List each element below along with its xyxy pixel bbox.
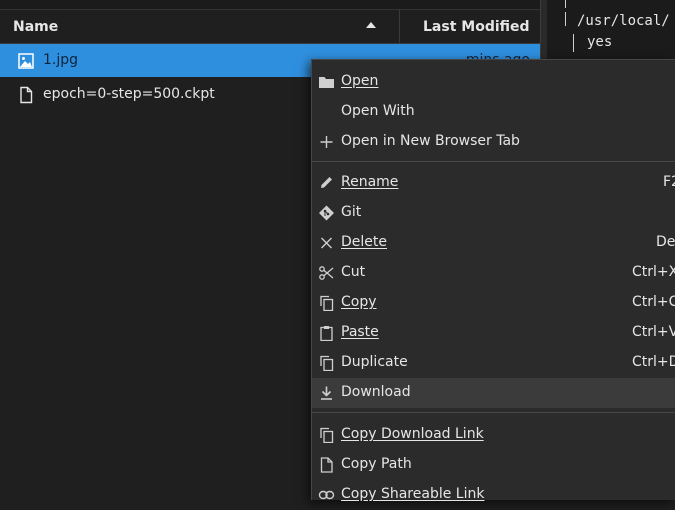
menu-item-copy-download-link[interactable]: Copy Download Link bbox=[312, 420, 675, 450]
folder-icon bbox=[319, 77, 334, 88]
menu-label: Download bbox=[341, 384, 411, 400]
git-icon bbox=[319, 205, 334, 221]
column-resize-handle[interactable] bbox=[399, 10, 400, 43]
menu-item-copy[interactable]: Copy Ctrl+C bbox=[312, 288, 675, 318]
menu-item-open-with[interactable]: Open With bbox=[312, 97, 675, 127]
menu-label: Cut bbox=[341, 264, 366, 280]
menu-item-copy-shareable-link[interactable]: Copy Shareable Link bbox=[312, 480, 675, 510]
menu-shortcut: Ctrl+V bbox=[632, 324, 675, 340]
menu-item-git[interactable]: Git bbox=[312, 198, 675, 228]
column-header-last-modified[interactable]: Last Modified bbox=[423, 19, 530, 35]
link-icon bbox=[318, 490, 335, 500]
menu-item-open-new-tab[interactable]: Open in New Browser Tab bbox=[312, 127, 675, 157]
menu-shortcut: F2 bbox=[663, 174, 675, 190]
menu-label: Git bbox=[341, 204, 362, 220]
sort-ascending-icon[interactable] bbox=[366, 22, 376, 28]
image-file-icon bbox=[18, 53, 34, 69]
copy-icon bbox=[320, 295, 334, 311]
menu-label: Open With bbox=[341, 103, 415, 119]
menu-item-open[interactable]: Open bbox=[312, 67, 675, 97]
menu-separator bbox=[312, 161, 675, 162]
copy-icon bbox=[320, 427, 334, 443]
menu-shortcut: Ctrl+C bbox=[632, 294, 675, 310]
context-menu: Open Open With Open in New Browser Tab R… bbox=[311, 59, 675, 502]
tree-line bbox=[573, 34, 574, 52]
menu-label: Rename bbox=[341, 174, 399, 190]
menu-shortcut: Ctrl+D bbox=[632, 354, 675, 370]
menu-label: Paste bbox=[341, 324, 379, 340]
file-browser-top-strip bbox=[0, 0, 540, 10]
menu-item-rename[interactable]: Rename F2 bbox=[312, 168, 675, 198]
menu-shortcut: Ctrl+X bbox=[632, 264, 675, 280]
file-icon bbox=[20, 86, 33, 104]
menu-item-paste[interactable]: Paste Ctrl+V bbox=[312, 318, 675, 348]
plus-icon bbox=[320, 136, 333, 148]
close-icon bbox=[321, 237, 332, 249]
menu-item-download[interactable]: Download bbox=[312, 378, 675, 408]
column-header-name[interactable]: Name bbox=[13, 19, 58, 35]
menu-separator bbox=[312, 412, 675, 413]
file-list-header: Name Last Modified bbox=[0, 10, 540, 44]
menu-item-cut[interactable]: Cut Ctrl+X bbox=[312, 258, 675, 288]
terminal-line: yes bbox=[587, 34, 613, 50]
menu-item-copy-path[interactable]: Copy Path bbox=[312, 450, 675, 480]
menu-label: Open bbox=[341, 73, 379, 89]
menu-item-duplicate[interactable]: Duplicate Ctrl+D bbox=[312, 348, 675, 378]
menu-label: Copy Shareable Link bbox=[341, 486, 485, 502]
menu-label: Copy Path bbox=[341, 456, 412, 472]
terminal-line: /usr/local/ bbox=[577, 13, 670, 29]
pencil-icon bbox=[321, 177, 332, 188]
tree-line bbox=[565, 12, 566, 26]
menu-label: Open in New Browser Tab bbox=[341, 133, 520, 149]
menu-label: Copy bbox=[341, 294, 377, 310]
clipboard-icon bbox=[320, 326, 333, 341]
download-icon bbox=[321, 386, 332, 400]
file-name: epoch=0-step=500.ckpt bbox=[43, 86, 215, 102]
menu-label: Duplicate bbox=[341, 354, 408, 370]
file-name: 1.jpg bbox=[43, 52, 79, 68]
menu-shortcut: Del bbox=[656, 234, 675, 250]
file-icon bbox=[320, 457, 333, 473]
scissors-icon bbox=[319, 266, 334, 280]
menu-item-delete[interactable]: Delete Del bbox=[312, 228, 675, 258]
duplicate-icon bbox=[320, 355, 334, 371]
menu-label: Delete bbox=[341, 234, 387, 250]
menu-label: Copy Download Link bbox=[341, 426, 484, 442]
tree-line bbox=[565, 0, 566, 8]
